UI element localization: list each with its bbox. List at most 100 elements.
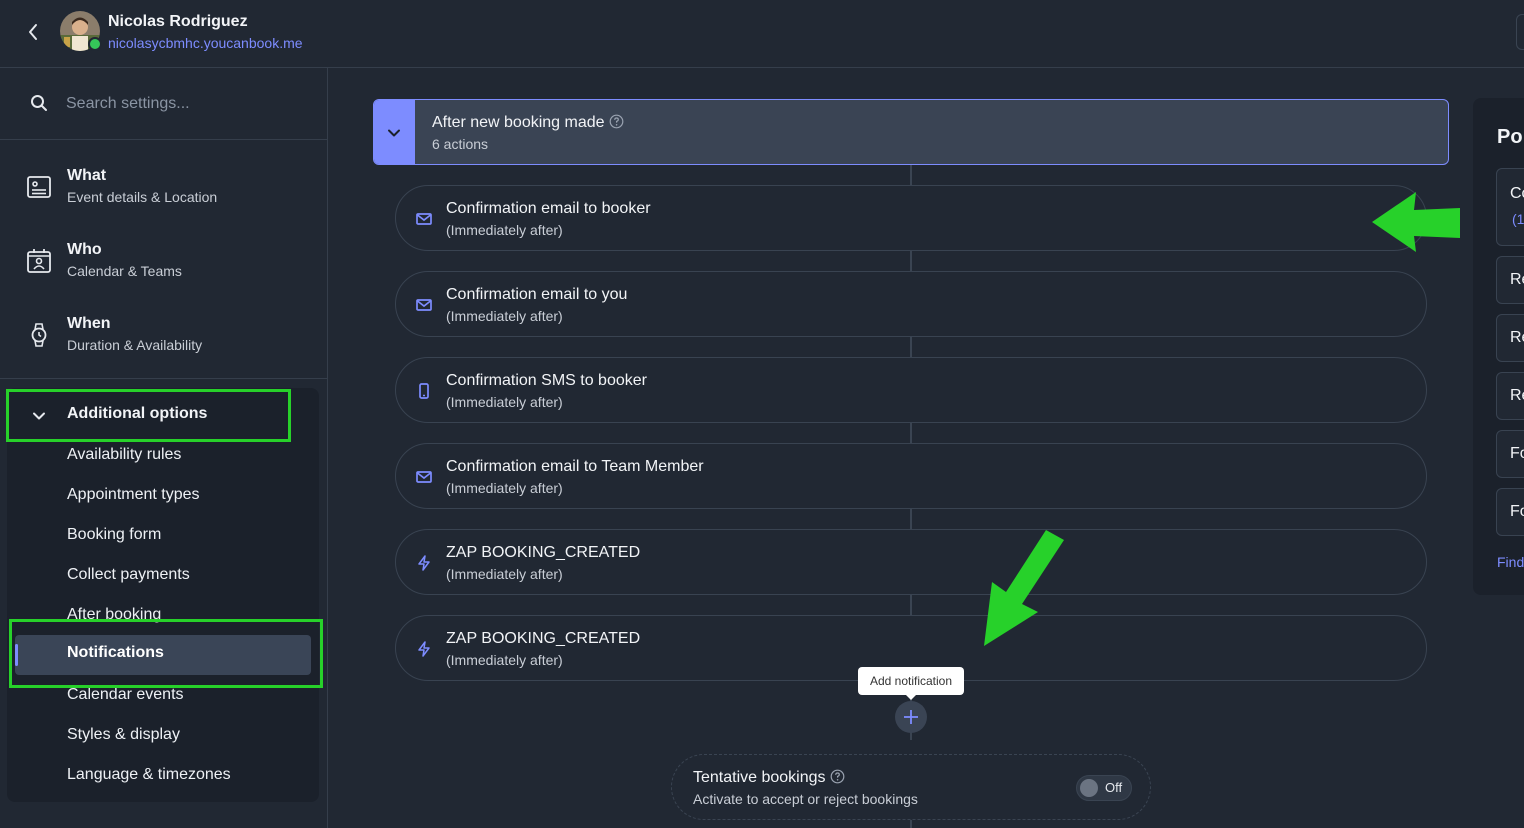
action-timing: (Immediately after)	[446, 566, 563, 582]
panel-title: Po	[1497, 126, 1523, 148]
additional-options-title: Additional options	[67, 405, 208, 422]
find-more-link[interactable]: Find	[1497, 554, 1524, 570]
template-card-label: Fo	[1510, 503, 1524, 520]
action-title: ZAP BOOKING_CREATED	[446, 544, 641, 561]
sub-item-notifications[interactable]: Notifications	[15, 635, 311, 675]
toggle-knob	[1080, 779, 1098, 797]
add-notification-button[interactable]	[895, 701, 927, 733]
action-card[interactable]: Confirmation SMS to booker (Immediately …	[395, 357, 1427, 423]
search-input[interactable]	[66, 90, 306, 118]
action-title: ZAP BOOKING_CREATED	[446, 630, 641, 647]
tentative-bookings-card: Tentative bookings Activate to accept or…	[671, 754, 1151, 820]
tentative-bookings-title: Tentative bookings	[693, 769, 845, 787]
template-card-label: Fo	[1510, 445, 1524, 462]
tentative-bookings-description: Activate to accept or reject bookings	[693, 791, 918, 807]
nav-subtitle-when: Duration & Availability	[67, 337, 203, 353]
details-card-icon	[27, 176, 51, 198]
main-content: After new booking made 6 actions Confirm…	[328, 68, 1524, 828]
active-indicator	[15, 644, 18, 666]
template-card[interactable]: Co (1	[1496, 168, 1524, 246]
action-timing: (Immediately after)	[446, 480, 563, 496]
tooltip-arrow	[905, 694, 917, 700]
watch-icon	[31, 323, 47, 347]
action-card[interactable]: Confirmation email to Team Member (Immed…	[395, 443, 1427, 509]
action-timing: (Immediately after)	[446, 652, 563, 668]
template-card-label: Co	[1510, 185, 1524, 202]
nav-title-what: What	[67, 167, 107, 184]
header-action-button[interactable]	[1516, 14, 1524, 50]
action-title: Confirmation SMS to booker	[446, 372, 647, 389]
top-header: Nicolas Rodriguez nicolasycbmhc.youcanbo…	[0, 0, 1524, 68]
template-card[interactable]: Re	[1496, 256, 1524, 304]
template-card-sub: (1	[1512, 211, 1524, 227]
action-timing: (Immediately after)	[446, 394, 563, 410]
back-button[interactable]	[22, 19, 44, 45]
zap-icon	[418, 641, 430, 657]
add-notification-tooltip: Add notification	[858, 667, 964, 695]
template-card[interactable]: Re	[1496, 314, 1524, 362]
nav-title-when: When	[67, 315, 111, 332]
mail-icon	[416, 213, 432, 225]
nav-item-who[interactable]: Who Calendar & Teams	[0, 224, 327, 298]
search-icon	[31, 95, 47, 111]
nav-item-what[interactable]: What Event details & Location	[0, 150, 327, 224]
toggle-state-label: Off	[1105, 780, 1123, 795]
action-timing: (Immediately after)	[446, 222, 563, 238]
sub-item-booking-form[interactable]: Booking form	[67, 523, 161, 547]
plus-icon	[904, 710, 918, 724]
trigger-group-title-text: After new booking made	[432, 114, 605, 131]
sub-item-styles-display[interactable]: Styles & display	[67, 723, 180, 747]
avatar[interactable]	[60, 11, 102, 51]
sub-item-language-timezones[interactable]: Language & timezones	[67, 763, 231, 787]
action-count: 6 actions	[432, 136, 489, 152]
sub-item-appointment-types[interactable]: Appointment types	[67, 483, 200, 507]
mail-icon	[416, 471, 432, 483]
action-card[interactable]: Confirmation email to you (Immediately a…	[395, 271, 1427, 337]
tentative-bookings-toggle[interactable]: Off	[1076, 775, 1132, 801]
action-title: Confirmation email to booker	[446, 200, 651, 217]
mail-icon	[416, 299, 432, 311]
sub-item-after-booking[interactable]: After booking	[67, 603, 161, 627]
booking-page-link[interactable]: nicolasycbmhc.youcanbook.me	[108, 35, 303, 51]
nav-title-who: Who	[67, 241, 102, 258]
sub-item-calendar-events[interactable]: Calendar events	[67, 683, 184, 707]
sub-item-collect-payments[interactable]: Collect payments	[67, 563, 190, 587]
action-title: Confirmation email to you	[446, 286, 628, 303]
online-status-dot	[88, 37, 102, 51]
additional-options-panel: Additional options Availability rules Ap…	[7, 388, 319, 802]
nav-item-when[interactable]: When Duration & Availability	[0, 298, 327, 372]
template-card[interactable]: Fo	[1496, 488, 1524, 536]
contact-calendar-icon	[27, 249, 51, 273]
chevron-down-icon	[388, 129, 400, 137]
trigger-group-title: After new booking made	[432, 114, 624, 132]
nav-subtitle-what: Event details & Location	[67, 189, 218, 205]
action-card[interactable]: Confirmation email to booker (Immediatel…	[395, 185, 1427, 251]
user-name: Nicolas Rodriguez	[108, 13, 248, 30]
template-card-label: Re	[1510, 329, 1524, 346]
additional-options-toggle[interactable]: Additional options	[7, 388, 319, 440]
template-card-label: Re	[1510, 271, 1524, 288]
sub-item-notifications-label: Notifications	[67, 644, 164, 661]
template-card[interactable]: Re	[1496, 372, 1524, 420]
action-card[interactable]: ZAP BOOKING_CREATED (Immediately after)	[395, 529, 1427, 595]
settings-sidebar: What Event details & Location Who Calend…	[0, 68, 328, 828]
trigger-group-header[interactable]: After new booking made 6 actions	[373, 99, 1449, 165]
sub-item-availability-rules[interactable]: Availability rules	[67, 443, 181, 467]
help-circle-icon[interactable]	[609, 114, 624, 129]
nav-subtitle-who: Calendar & Teams	[67, 263, 182, 279]
phone-icon	[419, 383, 429, 399]
template-card[interactable]: Fo	[1496, 430, 1524, 478]
divider	[0, 378, 327, 379]
action-title: Confirmation email to Team Member	[446, 458, 704, 475]
zap-icon	[418, 555, 430, 571]
help-circle-icon[interactable]	[830, 769, 845, 784]
tentative-bookings-title-text: Tentative bookings	[693, 769, 826, 786]
chevron-down-icon	[33, 412, 45, 420]
timeline-connector-bottom	[910, 820, 912, 828]
group-collapse-strip[interactable]	[374, 100, 415, 164]
chevron-left-icon	[29, 24, 37, 40]
popular-actions-panel: Po Co (1 Re Re Re Fo Fo Find	[1473, 98, 1524, 595]
action-timing: (Immediately after)	[446, 308, 563, 324]
template-card-label: Re	[1510, 387, 1524, 404]
search-bar	[0, 68, 327, 140]
